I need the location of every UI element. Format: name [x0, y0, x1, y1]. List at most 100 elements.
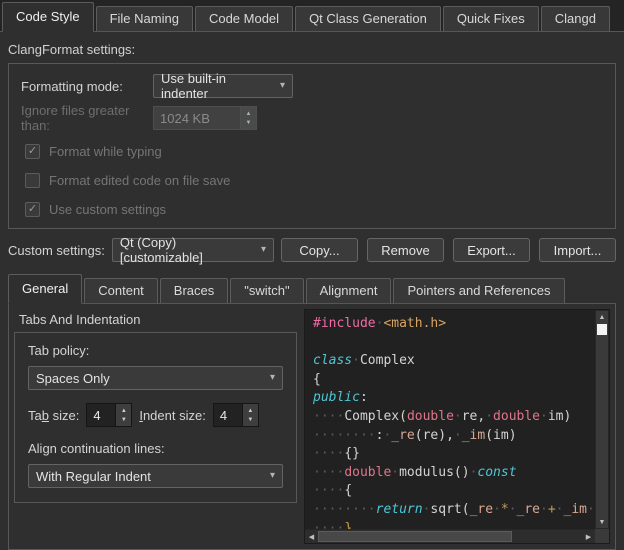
- scrollbar-corner: [595, 529, 609, 543]
- scroll-left-icon[interactable]: ◀: [305, 530, 318, 543]
- align-continuation-select[interactable]: With Regular Indent ▾: [28, 464, 283, 488]
- tab-label: Qt Class Generation: [309, 11, 427, 26]
- tab-size-stepper[interactable]: 4 ▲ ▼: [86, 403, 132, 427]
- code-line: {: [313, 371, 595, 390]
- sizes-row: Tab size: 4 ▲ ▼ Indent size: 4: [28, 403, 283, 427]
- tab-braces[interactable]: Braces: [160, 278, 228, 303]
- tab-size-label: Tab size:: [28, 408, 79, 423]
- clangformat-settings-label: ClangFormat settings:: [8, 40, 616, 63]
- checkbox-checked-icon: ✓: [25, 202, 40, 217]
- code-preview[interactable]: #include·<math.h>class·Complex{public:··…: [304, 309, 610, 544]
- spin-down-icon: ▼: [121, 417, 127, 423]
- code-line: #include·<math.h>: [313, 315, 595, 334]
- tab-clangd[interactable]: Clangd: [541, 6, 610, 31]
- formatting-mode-row: Formatting mode: Use built-in indenter ▾: [21, 73, 603, 99]
- checkbox-label: Format edited code on file save: [49, 173, 230, 188]
- checkbox-unchecked-icon: [25, 173, 40, 188]
- tab-code-model[interactable]: Code Model: [195, 6, 293, 31]
- chevron-down-icon: ▾: [270, 373, 275, 383]
- ignore-files-label: Ignore files greater than:: [21, 103, 153, 133]
- import-button[interactable]: Import...: [539, 238, 616, 262]
- tab-label: Alignment: [320, 283, 378, 298]
- tab-alignment[interactable]: Alignment: [306, 278, 392, 303]
- spin-up-icon: ▲: [247, 408, 253, 414]
- tab-label: General: [22, 281, 68, 296]
- indent-size-stepper[interactable]: 4 ▲ ▼: [213, 403, 259, 427]
- clangformat-settings-group: Formatting mode: Use built-in indenter ▾…: [8, 63, 616, 229]
- tab-label: "switch": [244, 283, 289, 298]
- spin-down-icon: ▼: [247, 417, 253, 423]
- align-continuation-label: Align continuation lines:: [28, 441, 283, 456]
- ignore-files-value: 1024 KB: [153, 106, 241, 130]
- checkbox-checked-icon: ✓: [25, 144, 40, 159]
- use-custom-settings-checkbox: ✓ Use custom settings: [25, 195, 603, 224]
- vertical-scrollbar[interactable]: ▲ ▼: [595, 310, 609, 529]
- spin-up-icon: ▲: [121, 408, 127, 414]
- check-icon: ✓: [28, 146, 37, 157]
- general-tab-pane: Tabs And Indentation Tab policy: Spaces …: [8, 304, 616, 550]
- scroll-up-icon[interactable]: ▲: [596, 311, 608, 323]
- tabs-indentation-column: Tabs And Indentation Tab policy: Spaces …: [14, 309, 297, 544]
- tab-code-style[interactable]: Code Style: [2, 2, 94, 32]
- formatting-mode-select[interactable]: Use built-in indenter ▾: [153, 74, 293, 98]
- format-on-save-checkbox: Format edited code on file save: [25, 166, 603, 195]
- copy-button[interactable]: Copy...: [281, 238, 358, 262]
- code-line: [313, 334, 595, 353]
- tab-size-value: 4: [86, 403, 116, 427]
- ignore-files-row: Ignore files greater than: 1024 KB ▲ ▼: [21, 105, 603, 131]
- tab-label: Braces: [174, 283, 214, 298]
- tab-file-naming[interactable]: File Naming: [96, 6, 193, 31]
- ignore-files-spinbox: 1024 KB ▲ ▼: [153, 106, 257, 130]
- custom-settings-row: Custom settings: Qt (Copy) [customizable…: [8, 237, 616, 263]
- tab-quick-fixes[interactable]: Quick Fixes: [443, 6, 539, 31]
- custom-settings-buttons: Copy... Remove Export... Import...: [281, 238, 616, 262]
- code-style-settings-page: Code Style File Naming Code Model Qt Cla…: [0, 0, 624, 550]
- export-button[interactable]: Export...: [453, 238, 530, 262]
- formatting-mode-label: Formatting mode:: [21, 79, 153, 94]
- tab-policy-select[interactable]: Spaces Only ▾: [28, 366, 283, 390]
- chevron-down-icon: ▾: [261, 245, 266, 255]
- tab-content[interactable]: Content: [84, 278, 158, 303]
- tab-qt-class-generation[interactable]: Qt Class Generation: [295, 6, 441, 31]
- format-while-typing-checkbox: ✓ Format while typing: [25, 137, 603, 166]
- settings-tab-bar: Code Style File Naming Code Model Qt Cla…: [0, 0, 624, 32]
- tab-policy-value: Spaces Only: [36, 371, 110, 386]
- tab-label: File Naming: [110, 11, 179, 26]
- tab-policy-label: Tab policy:: [28, 343, 283, 358]
- scroll-right-icon[interactable]: ▶: [582, 530, 595, 543]
- code-line: ····}: [313, 520, 595, 529]
- tabs-indentation-group: Tab policy: Spaces Only ▾ Tab size: 4 ▲ …: [14, 332, 297, 503]
- spin-up-icon: ▲: [246, 111, 252, 117]
- horizontal-scrollbar[interactable]: ◀ ▶: [305, 529, 595, 543]
- tab-label: Content: [98, 283, 144, 298]
- spin-down-icon: ▼: [246, 120, 252, 126]
- code-line: public:: [313, 389, 595, 408]
- spinner-arrows-icon[interactable]: ▲ ▼: [243, 403, 259, 427]
- code-line: ········:·_re(re),·_im(im): [313, 427, 595, 446]
- align-continuation-value: With Regular Indent: [36, 469, 151, 484]
- tabs-indentation-title: Tabs And Indentation: [14, 309, 297, 332]
- tab-label: Code Model: [209, 11, 279, 26]
- code-line: ········return·sqrt(_re·*·_re·+·_im·*·_i…: [313, 501, 595, 520]
- custom-settings-label: Custom settings:: [8, 243, 105, 258]
- custom-settings-select[interactable]: Qt (Copy) [customizable] ▾: [112, 238, 274, 262]
- indent-size-label: Indent size:: [139, 408, 206, 423]
- chevron-down-icon: ▾: [270, 471, 275, 481]
- tab-label: Pointers and References: [407, 283, 550, 298]
- tab-pointers-references[interactable]: Pointers and References: [393, 278, 564, 303]
- tab-label: Code Style: [16, 9, 80, 24]
- tab-general[interactable]: General: [8, 274, 82, 304]
- remove-button[interactable]: Remove: [367, 238, 444, 262]
- horizontal-scroll-handle[interactable]: [318, 531, 512, 542]
- code-line: ····{}: [313, 445, 595, 464]
- scroll-down-icon[interactable]: ▼: [596, 516, 608, 528]
- code-style-content: ClangFormat settings: Formatting mode: U…: [0, 32, 624, 550]
- spinner-arrows-icon: ▲ ▼: [241, 106, 257, 130]
- spinner-arrows-icon[interactable]: ▲ ▼: [116, 403, 132, 427]
- tab-label: Clangd: [555, 11, 596, 26]
- formatting-mode-value: Use built-in indenter: [161, 71, 272, 101]
- tab-switch[interactable]: "switch": [230, 278, 303, 303]
- code-line: ····{: [313, 482, 595, 501]
- vertical-scroll-handle[interactable]: [597, 324, 607, 335]
- code-style-tab-bar: General Content Braces "switch" Alignmen…: [8, 272, 616, 304]
